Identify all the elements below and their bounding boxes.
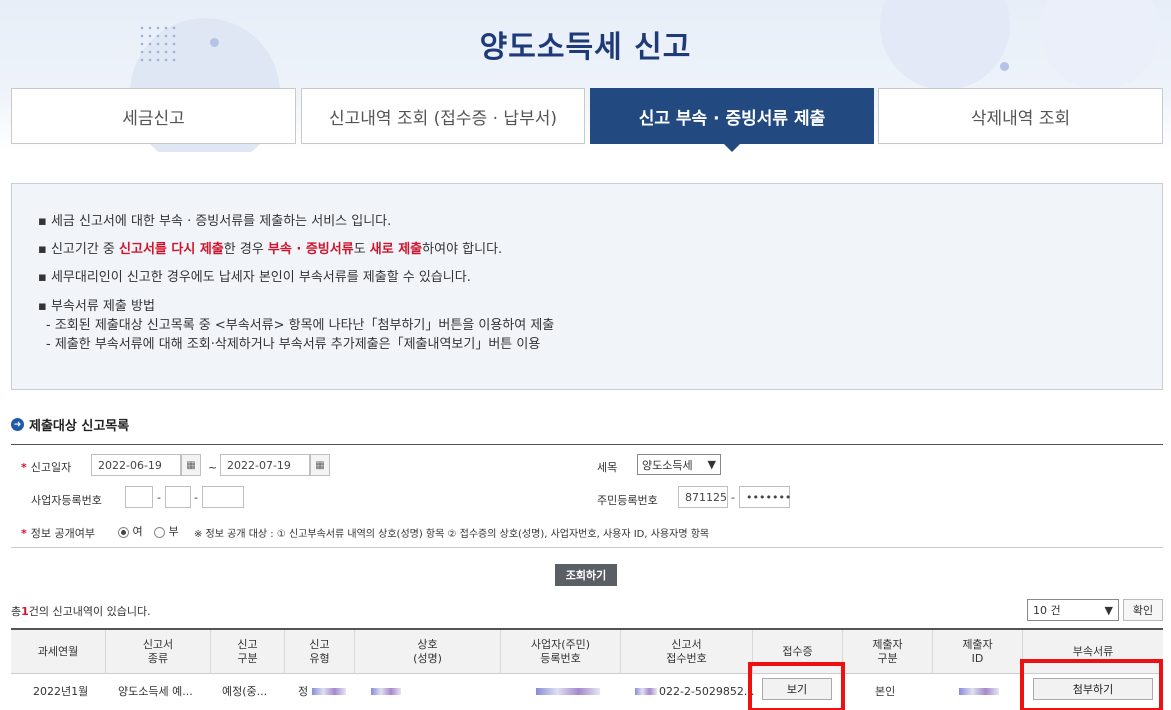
column-header: 과세연월 [11,630,106,674]
rrn-back-input[interactable]: ••••••• [739,486,791,508]
redacted-mark [536,687,600,695]
column-header: 상호 (성명) [355,630,501,674]
column-header: 신고 유형 [285,630,355,674]
report-table: 과세연월 신고서 종류 신고 구분 신고 유형 상호 (성명) 사업자(주민) 등록번호 … [11,628,1163,710]
search-button[interactable]: 조회하기 [555,564,617,586]
arrow-right-circle-icon: ➜ [11,418,24,431]
highlight-box [748,662,845,710]
redacted-mark [371,687,401,695]
column-header: 제출자 구분 [843,630,933,674]
tab-report-history[interactable]: 신고내역 조회 (접수증 · 납부서) [301,88,585,144]
cell-period: 2022년1월 [33,685,89,698]
cell-report-type: 예정(중... [222,685,268,698]
tab-deleted-history[interactable]: 삭제내역 조회 [878,88,1163,144]
rrn-label: 주민등록번호 [597,494,658,507]
cell-form-type: 양도소득세 예... [118,685,193,698]
bizno-input-1[interactable] [125,486,153,508]
public-note: ※ 정보 공개 대상 : ① 신고부속서류 내역의 상호(성명) 항목 ② 접수… [194,529,710,540]
date-label: * 신고일자 [21,461,72,474]
radio-button[interactable] [118,526,129,538]
column-header: 제출자 ID [933,630,1023,674]
bizno-input-3[interactable] [202,486,244,508]
table-header: 과세연월 신고서 종류 신고 구분 신고 유형 상호 (성명) 사업자(주민) 등록번호 … [11,630,1163,674]
info-line: ▪ 부속서류 제출 방법 [38,299,155,314]
column-header: 신고서 종류 [106,630,211,674]
redacted-mark [959,687,999,695]
tab-tax-report[interactable]: 세금신고 [11,88,296,144]
dash: - [194,491,198,504]
cell-receipt-no: 022-2-5029852... [635,676,754,706]
public-label: * 정보 공개여부 [21,527,95,540]
dash: - [731,491,735,504]
ok-button[interactable]: 확인 [1123,599,1163,621]
page-title: 양도소득세 신고 [479,30,692,65]
calendar-icon[interactable]: ▦ [310,454,330,476]
redacted-mark [312,687,347,695]
info-line: ▪ 세무대리인이 신고한 경우에도 납세자 본인이 부속서류를 제출할 수 있습… [38,270,471,285]
cell-submitter-type: 본인 [875,685,896,698]
cell-kind: 정 [298,676,347,706]
date-from-input[interactable]: 2022-06-19 [91,454,181,476]
tab-attachment-submit[interactable]: 신고 부속 · 증빙서류 제출 [590,88,874,152]
section-title: ➜ 제출대상 신고목록 [11,415,129,434]
highlight-box [1020,659,1163,710]
tax-select[interactable]: 양도소득세 ▼ [637,454,721,475]
date-separator: ~ [208,461,218,474]
radio-button[interactable] [154,526,165,538]
column-header: 신고 구분 [211,630,285,674]
column-header: 사업자(주민) 등록번호 [501,630,621,674]
date-to-input[interactable]: 2022-07-19 [220,454,310,476]
tab-bar: 세금신고 신고내역 조회 (접수증 · 납부서) 신고 부속 · 증빙서류 제출… [11,88,1163,152]
public-no-option[interactable]: 부 [154,523,179,539]
info-subline: - 조회된 제출대상 신고목록 중 <부속서류> 항목에 나타난「첨부하기」버튼… [46,318,555,333]
info-subline: - 제출한 부속서류에 대해 조회·삭제하거나 부속서류 추가제출은「제출내역보… [46,337,541,352]
page-size-select[interactable]: 10 건 ▼ [1027,599,1119,621]
cell-submitter-id [959,676,999,706]
result-count: 총1건의 신고내역이 있습니다. [11,605,151,618]
info-box: ▪ 세금 신고서에 대한 부속 · 증빙서류를 제출하는 서비스 입니다. ▪ … [11,183,1163,390]
public-yes-option[interactable]: 여 [118,523,143,539]
dash: - [157,491,161,504]
redacted-mark [635,687,657,695]
cell-name-redacted [371,676,401,706]
info-line: ▪ 세금 신고서에 대한 부속 · 증빙서류를 제출하는 서비스 입니다. [38,214,392,229]
rrn-front-input[interactable]: 871125 [678,486,728,508]
info-line: ▪ 신고기간 중 신고서를 다시 제출한 경우 부속 · 증빙서류도 새로 제출… [38,242,503,257]
bizno-input-2[interactable] [165,486,191,508]
chevron-down-icon: ▼ [707,458,716,471]
bizno-label: 사업자등록번호 [31,494,102,507]
calendar-icon[interactable]: ▦ [181,454,201,476]
search-form: * 신고일자 2022-06-19 ▦ ~ 2022-07-19 ▦ 세목 양도소… [11,444,1163,548]
column-header: 신고서 접수번호 [621,630,753,674]
cell-regno-redacted [536,676,600,706]
tax-label: 세목 [597,461,618,474]
chevron-down-icon: ▼ [1104,603,1113,617]
